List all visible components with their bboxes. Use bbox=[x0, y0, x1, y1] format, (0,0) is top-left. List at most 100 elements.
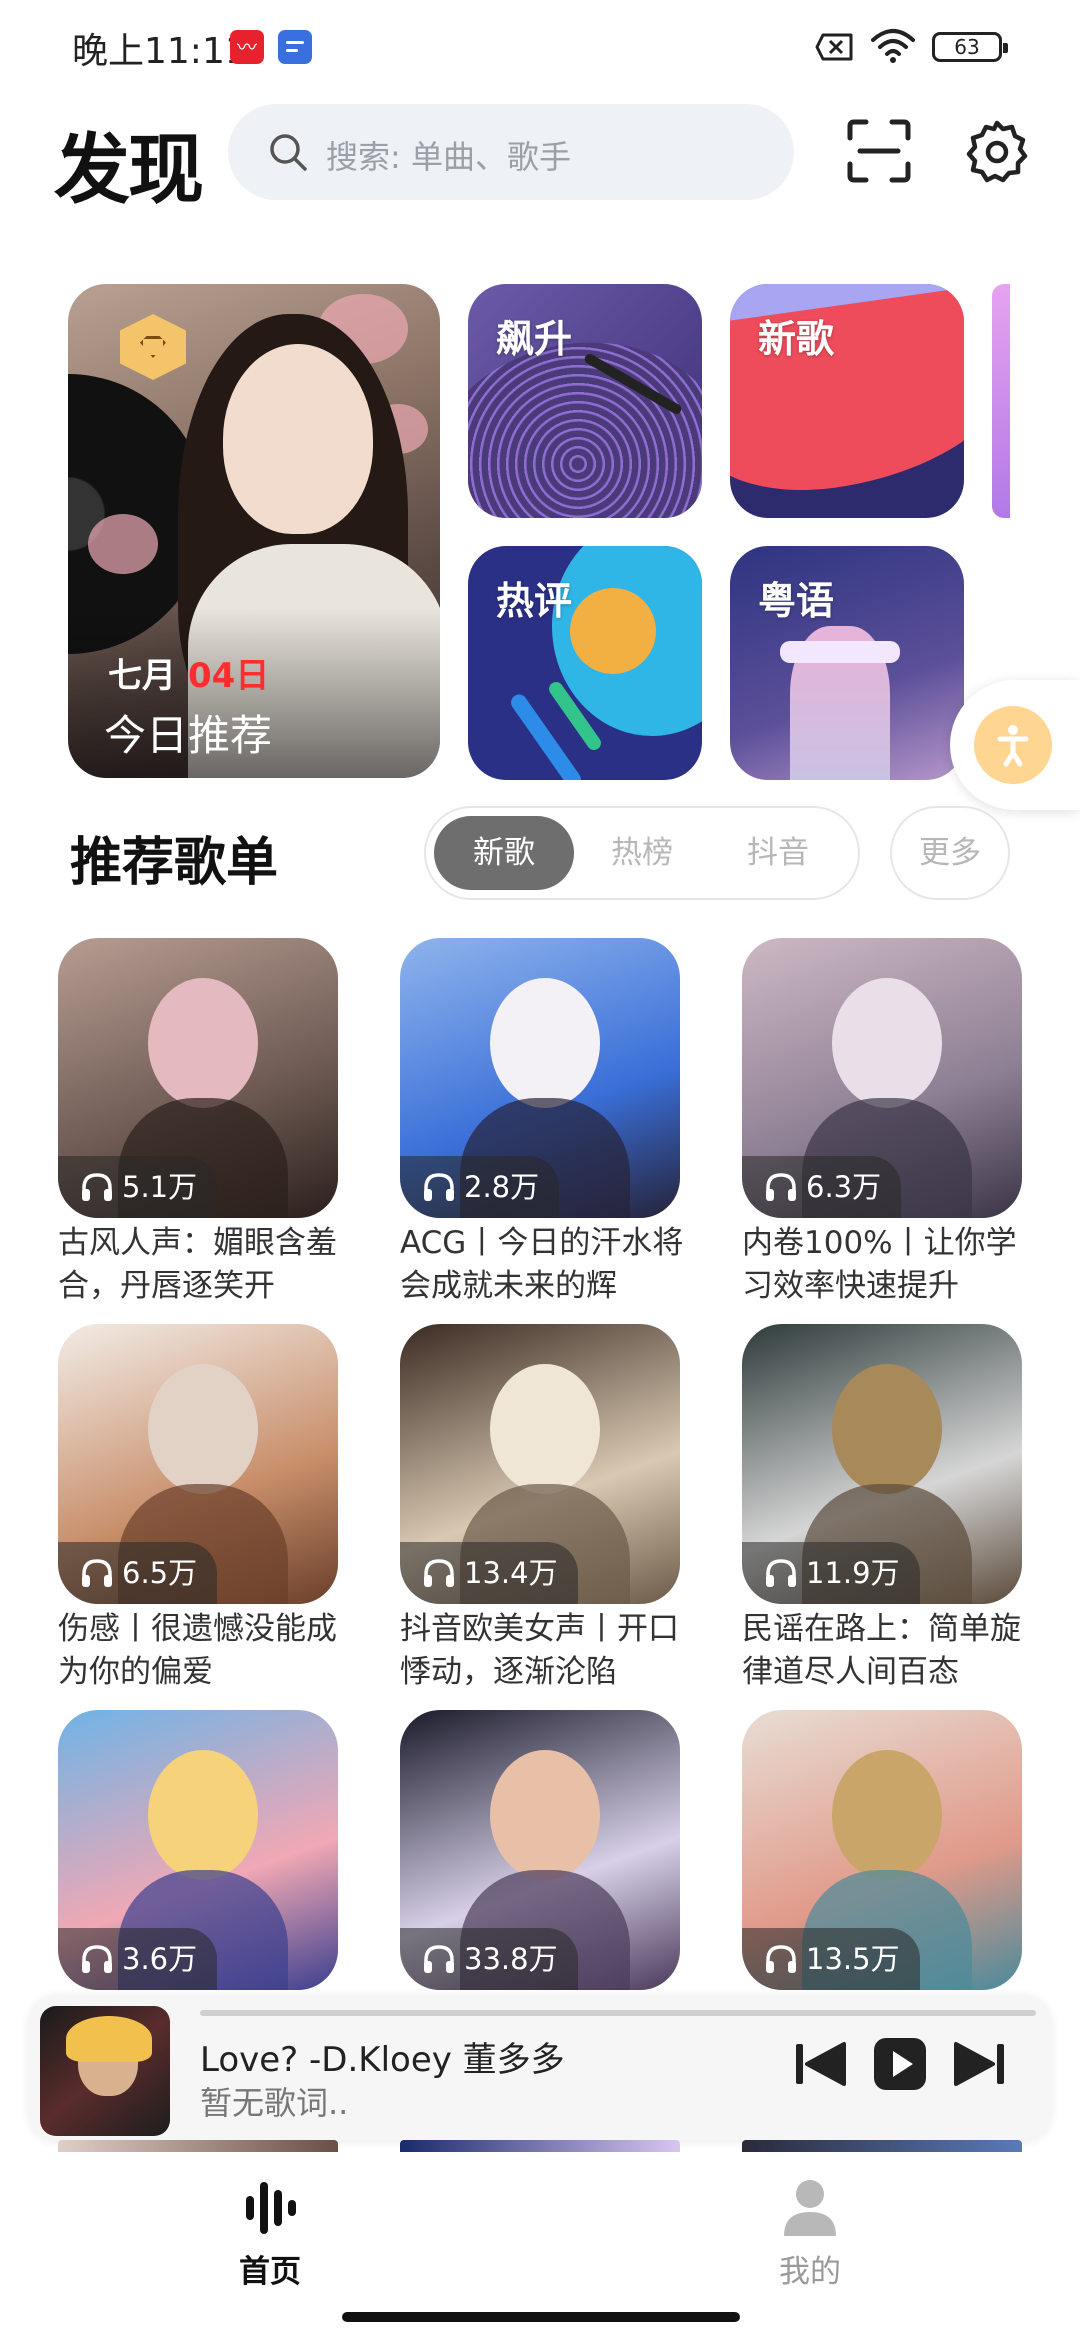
nav-me-label: 我的 bbox=[779, 2254, 841, 2290]
card-peek bbox=[58, 2140, 338, 2152]
playlist-card[interactable]: 6.3万内卷100%丨让你学习效率快速提升 bbox=[742, 938, 1022, 1308]
blossom-decoration bbox=[88, 514, 158, 574]
cover-figure bbox=[832, 978, 942, 1108]
playlist-app-notification-icon bbox=[278, 30, 312, 64]
playlist-card[interactable]: 11.9万 民谣在路上：简单旋律道尽人间百态 bbox=[742, 1324, 1022, 1694]
search-placeholder: 搜索: 单曲、歌手 bbox=[326, 138, 571, 176]
cover-figure bbox=[148, 1364, 258, 1494]
card-peek bbox=[742, 2140, 1022, 2152]
playlist-cover[interactable]: 33.8万 bbox=[400, 1710, 680, 1990]
play-count: 5.1万 bbox=[122, 1170, 198, 1204]
playlist-cover[interactable]: 13.4万 bbox=[400, 1324, 680, 1604]
cover-figure bbox=[148, 1750, 258, 1880]
home-indicator bbox=[342, 2312, 740, 2322]
mini-player[interactable]: Love? -D.Kloey 董多多 暂无歌词.. bbox=[28, 1994, 1052, 2140]
play-count: 13.4万 bbox=[464, 1556, 558, 1590]
nav-home-label: 首页 bbox=[239, 2254, 301, 2290]
play-icon[interactable] bbox=[870, 2034, 930, 2094]
now-playing-title: Love? -D.Kloey 董多多 bbox=[200, 2040, 565, 2080]
tile-new-songs[interactable]: 新歌 bbox=[730, 284, 964, 518]
tile-rising-chart[interactable]: 飙升 bbox=[468, 284, 702, 518]
headphones-icon bbox=[82, 1173, 112, 1201]
scan-icon[interactable] bbox=[846, 118, 912, 184]
banner-day: 04日 bbox=[188, 656, 270, 696]
play-count-badge: 2.8万 bbox=[400, 1156, 560, 1218]
playlist-title: 内卷100%丨让你学习效率快速提升 bbox=[742, 1225, 1017, 1304]
play-count-badge: 5.1万 bbox=[58, 1156, 218, 1218]
card-peek bbox=[400, 2140, 680, 2152]
playlist-card[interactable]: 5.1万古风人声：媚眼含羞合，丹唇逐笑开 bbox=[58, 938, 338, 1308]
nav-me[interactable]: 我的 bbox=[730, 2170, 890, 2290]
tile-cantonese[interactable]: 粤语 bbox=[730, 546, 964, 780]
playlist-cover[interactable]: 5.1万 bbox=[58, 938, 338, 1218]
banner-title: 今日推荐 bbox=[104, 711, 273, 760]
headphones-icon bbox=[82, 1945, 112, 1973]
next-track-icon[interactable] bbox=[950, 2034, 1010, 2094]
playlist-tabs: 新歌 热榜 抖音 bbox=[424, 806, 860, 900]
play-count-badge: 6.5万 bbox=[58, 1542, 218, 1604]
more-button[interactable]: 更多 bbox=[890, 806, 1010, 900]
cover-figure-face bbox=[223, 344, 373, 534]
tile-hot-comments[interactable]: 热评 bbox=[468, 546, 702, 780]
tab-new-songs[interactable]: 新歌 bbox=[434, 816, 574, 890]
diamond-badge-icon bbox=[120, 314, 186, 380]
tile-figure-visor bbox=[780, 641, 900, 663]
tile-decoration bbox=[570, 588, 656, 674]
tab-hot-list[interactable]: 热榜 bbox=[572, 816, 712, 890]
accessibility-floating-button[interactable] bbox=[950, 680, 1080, 810]
tile-label: 新歌 bbox=[758, 317, 835, 361]
playlist-title: 古风人声：媚眼含羞合，丹唇逐笑开 bbox=[58, 1225, 337, 1304]
settings-gear-icon[interactable] bbox=[964, 118, 1030, 184]
no-sim-icon bbox=[815, 33, 853, 61]
playlist-title: 抖音欧美女声丨开口悸动，逐渐沦陷 bbox=[400, 1611, 679, 1690]
playlist-card[interactable]: 6.5万 伤感丨很遗憾没能成为你的偏爱 bbox=[58, 1324, 338, 1694]
cover-figure bbox=[832, 1750, 942, 1880]
cover-figure bbox=[148, 978, 258, 1108]
play-count-badge: 33.8万 bbox=[400, 1928, 578, 1990]
play-count-badge: 6.3万 bbox=[742, 1156, 902, 1218]
tile-next-peek[interactable] bbox=[992, 284, 1010, 518]
playlist-title: ACG丨今日的汗水将会成就未来的辉 bbox=[400, 1225, 684, 1304]
play-count: 2.8万 bbox=[464, 1170, 540, 1204]
section-title: 推荐歌单 bbox=[70, 833, 279, 893]
tile-label: 飙升 bbox=[496, 317, 573, 361]
play-count: 3.6万 bbox=[122, 1942, 198, 1976]
playlist-cover[interactable]: 13.5万 bbox=[742, 1710, 1022, 1990]
playback-progress[interactable] bbox=[200, 2010, 1036, 2016]
page-title: 发现 bbox=[54, 125, 204, 214]
playlist-card[interactable]: 13.4万抖音欧美女声丨开口悸动，逐渐沦陷 bbox=[400, 1324, 680, 1694]
music-app-notification-icon: 〰 bbox=[230, 30, 264, 64]
daily-recommend-banner[interactable]: 七月 04日 今日推荐 bbox=[68, 284, 440, 778]
playlist-cover[interactable]: 6.3万 bbox=[742, 938, 1022, 1218]
play-count: 33.8万 bbox=[464, 1942, 558, 1976]
now-playing-lyric: 暂无歌词.. bbox=[200, 2084, 349, 2122]
search-input[interactable]: 搜索: 单曲、歌手 bbox=[228, 104, 794, 200]
album-art[interactable] bbox=[40, 2006, 170, 2136]
previous-track-icon[interactable] bbox=[790, 2034, 850, 2094]
cover-figure bbox=[832, 1364, 942, 1494]
status-time: 晚上11:11 bbox=[72, 31, 248, 72]
headphones-icon bbox=[424, 1173, 454, 1201]
playlist-cover[interactable]: 3.6万 bbox=[58, 1710, 338, 1990]
cover-figure bbox=[490, 1750, 600, 1880]
status-bar: 晚上11:11 〰 63 bbox=[0, 0, 1080, 90]
play-count: 6.5万 bbox=[122, 1556, 198, 1590]
headphones-icon bbox=[766, 1945, 796, 1973]
wifi-icon bbox=[871, 29, 915, 63]
playlist-cover[interactable]: 6.5万 bbox=[58, 1324, 338, 1604]
cover-figure bbox=[490, 978, 600, 1108]
play-count: 13.5万 bbox=[806, 1942, 900, 1976]
playlist-cover[interactable]: 2.8万 bbox=[400, 938, 680, 1218]
playlist-title: 民谣在路上：简单旋律道尽人间百态 bbox=[742, 1611, 1021, 1690]
play-count-badge: 3.6万 bbox=[58, 1928, 218, 1990]
banner-month: 七月 bbox=[108, 656, 176, 696]
tab-douyin[interactable]: 抖音 bbox=[708, 816, 848, 890]
nav-home[interactable]: 首页 bbox=[190, 2170, 350, 2290]
headphones-icon bbox=[766, 1559, 796, 1587]
playlist-cover[interactable]: 11.9万 bbox=[742, 1324, 1022, 1604]
cover-figure bbox=[490, 1364, 600, 1494]
headphones-icon bbox=[766, 1173, 796, 1201]
tile-label: 粤语 bbox=[758, 579, 835, 623]
playlist-card[interactable]: 2.8万 ACG丨今日的汗水将会成就未来的辉 bbox=[400, 938, 683, 1308]
play-count-badge: 13.5万 bbox=[742, 1928, 920, 1990]
